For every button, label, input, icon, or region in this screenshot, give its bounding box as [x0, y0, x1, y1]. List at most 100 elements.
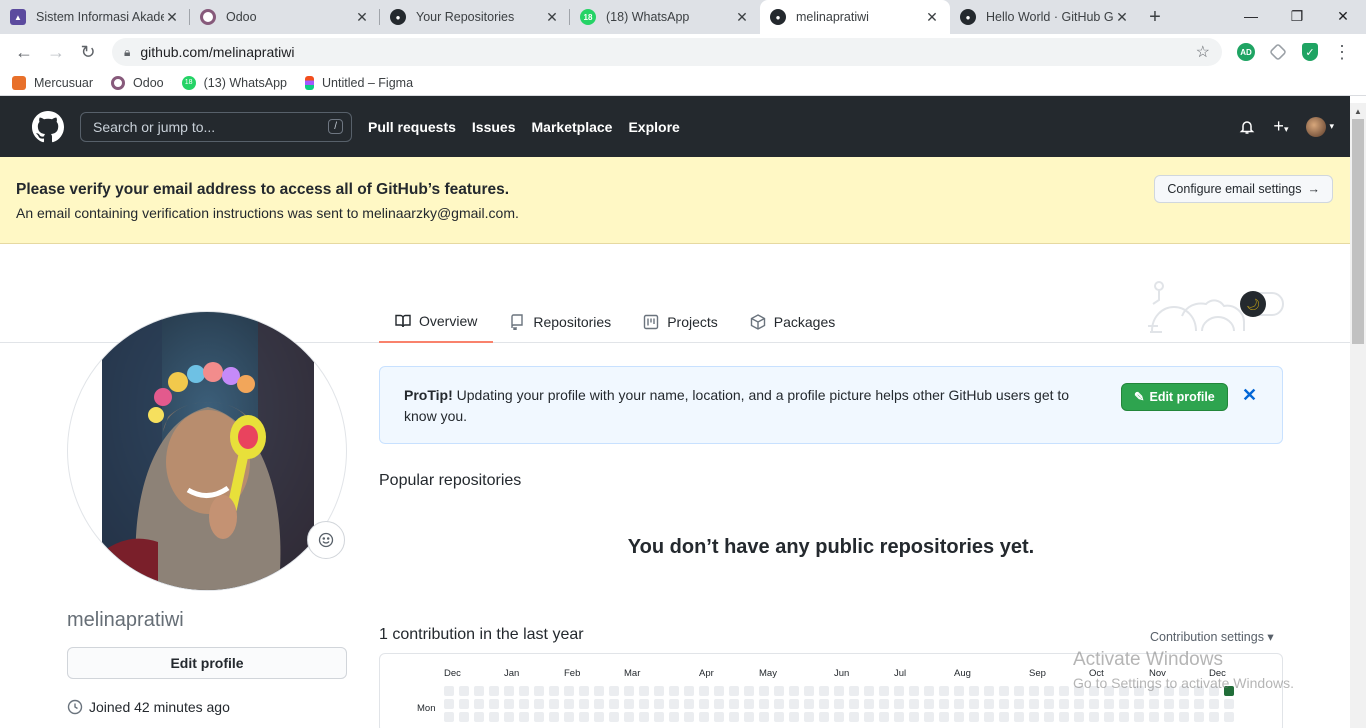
more-menu-icon[interactable]: ⋮: [1326, 38, 1358, 66]
contribution-cell[interactable]: [804, 699, 814, 709]
contribution-cell[interactable]: [1044, 712, 1054, 722]
contribution-cell[interactable]: [834, 686, 844, 696]
contribution-cell[interactable]: [849, 686, 859, 696]
contribution-cell[interactable]: [1164, 699, 1174, 709]
contribution-cell[interactable]: [1224, 712, 1234, 722]
search-input[interactable]: Search or jump to... /: [80, 111, 352, 142]
contribution-cell[interactable]: [684, 712, 694, 722]
contribution-cell[interactable]: [504, 712, 514, 722]
contribution-cell[interactable]: [879, 699, 889, 709]
close-icon[interactable]: ✕: [734, 9, 750, 26]
contribution-cell[interactable]: [984, 686, 994, 696]
close-icon[interactable]: ✕: [1242, 385, 1257, 406]
contribution-cell[interactable]: [549, 699, 559, 709]
browser-tab[interactable]: 18 (18) WhatsApp ✕: [570, 0, 760, 34]
bookmark-item[interactable]: Untitled – Figma: [305, 75, 413, 90]
contribution-cell[interactable]: [909, 686, 919, 696]
contribution-cell[interactable]: [489, 686, 499, 696]
close-icon[interactable]: ✕: [164, 9, 180, 26]
contribution-cell[interactable]: [624, 712, 634, 722]
contribution-cell[interactable]: [504, 699, 514, 709]
contribution-cell[interactable]: [474, 699, 484, 709]
contribution-cell[interactable]: [669, 686, 679, 696]
contribution-cell[interactable]: [1014, 712, 1024, 722]
contribution-cell[interactable]: [1209, 699, 1219, 709]
contribution-cell[interactable]: [1209, 712, 1219, 722]
bookmark-item[interactable]: Mercusuar: [12, 75, 93, 90]
contribution-cell[interactable]: [1224, 699, 1234, 709]
contribution-cell[interactable]: [489, 699, 499, 709]
bell-icon[interactable]: [1239, 119, 1255, 135]
contribution-cell[interactable]: [624, 699, 634, 709]
tab-packages[interactable]: Packages: [734, 300, 851, 343]
contribution-cell[interactable]: [954, 686, 964, 696]
contribution-cell[interactable]: [924, 712, 934, 722]
contribution-cell[interactable]: [1104, 712, 1114, 722]
contribution-cell[interactable]: [1104, 699, 1114, 709]
contribution-cell[interactable]: [744, 686, 754, 696]
bookmark-item[interactable]: Odoo: [111, 75, 164, 90]
github-logo-icon[interactable]: [32, 110, 64, 143]
contribution-cell[interactable]: [804, 712, 814, 722]
contribution-cell[interactable]: [624, 686, 634, 696]
contribution-cell[interactable]: [774, 699, 784, 709]
contribution-cell[interactable]: [489, 712, 499, 722]
contribution-cell[interactable]: [654, 712, 664, 722]
contribution-cell[interactable]: [1059, 712, 1069, 722]
contribution-cell[interactable]: [999, 686, 1009, 696]
contribution-cell[interactable]: [1074, 699, 1084, 709]
contribution-cell[interactable]: [1179, 712, 1189, 722]
close-icon[interactable]: ✕: [354, 9, 370, 26]
contribution-cell[interactable]: [939, 699, 949, 709]
user-menu-dropdown[interactable]: ▾: [1306, 116, 1334, 137]
contribution-cell[interactable]: [459, 712, 469, 722]
contribution-cell[interactable]: [669, 699, 679, 709]
contribution-cell[interactable]: [1074, 712, 1084, 722]
contribution-cell[interactable]: [969, 699, 979, 709]
address-bar[interactable]: 🔒︎ github.com/melinapratiwi ☆: [112, 38, 1222, 66]
contribution-cell[interactable]: [519, 699, 529, 709]
contribution-cell[interactable]: [954, 712, 964, 722]
contribution-cell[interactable]: [1044, 699, 1054, 709]
contribution-cell[interactable]: [594, 712, 604, 722]
contribution-cell[interactable]: [759, 712, 769, 722]
contribution-cell[interactable]: [564, 699, 574, 709]
contribution-cell[interactable]: [579, 699, 589, 709]
browser-tab-active[interactable]: ● melinapratiwi ✕: [760, 0, 950, 34]
contribution-cell[interactable]: [924, 686, 934, 696]
contribution-cell[interactable]: [444, 712, 454, 722]
contribution-cell[interactable]: [1059, 699, 1069, 709]
contribution-cell[interactable]: [819, 712, 829, 722]
contribution-cell[interactable]: [639, 712, 649, 722]
contribution-cell[interactable]: [849, 712, 859, 722]
contribution-cell[interactable]: [759, 699, 769, 709]
nav-pull-requests[interactable]: Pull requests: [368, 119, 456, 135]
contribution-cell[interactable]: [549, 712, 559, 722]
contribution-cell[interactable]: [699, 699, 709, 709]
contribution-cell[interactable]: [909, 699, 919, 709]
contribution-cell[interactable]: [834, 699, 844, 709]
contribution-cell[interactable]: [1134, 712, 1144, 722]
contribution-cell[interactable]: [774, 712, 784, 722]
contribution-cell[interactable]: [939, 686, 949, 696]
contribution-cell[interactable]: [774, 686, 784, 696]
contribution-cell[interactable]: [534, 712, 544, 722]
contribution-cell[interactable]: [894, 699, 904, 709]
contribution-cell[interactable]: [1179, 699, 1189, 709]
contribution-cell[interactable]: [534, 686, 544, 696]
bookmark-item[interactable]: 18 (13) WhatsApp: [181, 75, 287, 90]
contribution-cell[interactable]: [1194, 712, 1204, 722]
contribution-cell[interactable]: [1089, 712, 1099, 722]
contribution-cell[interactable]: [684, 699, 694, 709]
contribution-cell[interactable]: [1014, 686, 1024, 696]
contribution-cell[interactable]: [654, 699, 664, 709]
close-icon[interactable]: ✕: [544, 9, 560, 26]
contribution-cell[interactable]: [444, 699, 454, 709]
contribution-cell[interactable]: [1029, 712, 1039, 722]
extension-ad-icon[interactable]: AD: [1230, 38, 1262, 66]
contribution-cell[interactable]: [1134, 699, 1144, 709]
contribution-cell[interactable]: [714, 712, 724, 722]
shield-check-icon[interactable]: ✓: [1294, 38, 1326, 66]
close-icon[interactable]: ✕: [924, 9, 940, 26]
contribution-cell[interactable]: [759, 686, 769, 696]
